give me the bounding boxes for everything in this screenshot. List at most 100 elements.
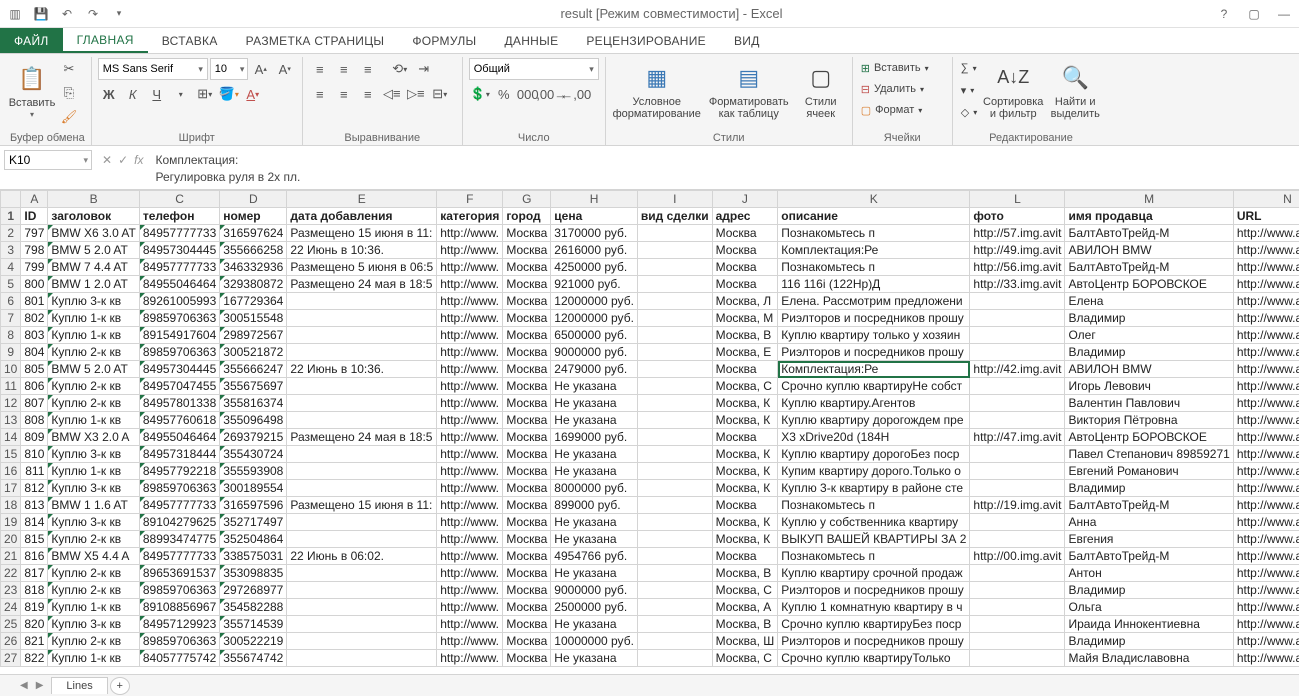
cell[interactable]: 355714539 [220, 616, 287, 633]
cell[interactable]: 338575031 [220, 548, 287, 565]
cell[interactable]: http://www.avito.ru/ [1233, 310, 1299, 327]
cell[interactable]: Риэлторов и посредников прошу [778, 310, 970, 327]
conditional-formatting-button[interactable]: ▦ Условное форматирование [612, 58, 702, 124]
cell[interactable]: Москва [503, 361, 551, 378]
cell[interactable]: Москва, К [712, 412, 778, 429]
cell[interactable]: Москва [503, 531, 551, 548]
minimize-button[interactable]: — [1273, 3, 1295, 25]
row-header[interactable]: 20 [1, 531, 21, 548]
cell[interactable]: Куплю квартиру дорогоБез поср [778, 446, 970, 463]
row-header[interactable]: 23 [1, 582, 21, 599]
cell[interactable]: 814 [21, 514, 48, 531]
cell[interactable] [287, 633, 437, 650]
cell[interactable]: http://www. [437, 276, 503, 293]
cell[interactable]: 84957792218 [139, 463, 219, 480]
cell[interactable] [637, 650, 712, 667]
cell[interactable]: Куплю квартиру только у хозяин [778, 327, 970, 344]
cell[interactable]: 818 [21, 582, 48, 599]
cell[interactable]: 298972567 [220, 327, 287, 344]
cell[interactable]: 84957304445 [139, 361, 219, 378]
select-all-corner[interactable] [1, 191, 21, 208]
cell[interactable]: http://33.img.avit [970, 276, 1065, 293]
cell[interactable] [637, 514, 712, 531]
cell[interactable]: http://www. [437, 225, 503, 242]
cell[interactable] [637, 480, 712, 497]
cell[interactable] [637, 616, 712, 633]
cell[interactable]: http://www.avito.ru/ [1233, 531, 1299, 548]
cell[interactable]: 84957318444 [139, 446, 219, 463]
cell[interactable]: Не указана [551, 650, 638, 667]
cell[interactable] [637, 633, 712, 650]
col-header[interactable]: G [503, 191, 551, 208]
cell[interactable]: 820 [21, 616, 48, 633]
cell[interactable]: 815 [21, 531, 48, 548]
cell[interactable]: http://www. [437, 531, 503, 548]
cell[interactable] [287, 412, 437, 429]
cell[interactable]: цена [551, 208, 638, 225]
cell[interactable]: http://www. [437, 582, 503, 599]
cell[interactable]: Куплю 3-к квартиру в районе сте [778, 480, 970, 497]
cell[interactable]: http://www.avito.ru/ [1233, 344, 1299, 361]
cell[interactable]: 822 [21, 650, 48, 667]
cell[interactable]: 352504864 [220, 531, 287, 548]
cell[interactable]: Елена. Рассмотрим предложени [778, 293, 970, 310]
cell[interactable]: Куплю 2-к кв [48, 633, 139, 650]
cell[interactable]: 22 Июнь в 06:02. [287, 548, 437, 565]
cell[interactable]: дата добавления [287, 208, 437, 225]
cell[interactable]: Москва [503, 276, 551, 293]
fill-color-button[interactable]: 🪣▾ [218, 83, 240, 105]
ribbon-display-button[interactable]: ▢ [1243, 3, 1265, 25]
cell[interactable]: Москва [503, 616, 551, 633]
cell[interactable]: Куплю 2-к кв [48, 582, 139, 599]
cell[interactable]: Москва [503, 395, 551, 412]
orientation-button[interactable]: ⟲▾ [389, 58, 411, 80]
align-right-button[interactable]: ≡ [357, 83, 379, 105]
cell[interactable]: Павел Степанович 89859271 [1065, 446, 1233, 463]
cell[interactable]: Куплю 1-к кв [48, 599, 139, 616]
cell[interactable]: Риэлторов и посредников прошу [778, 582, 970, 599]
cell[interactable]: Евгений Романович [1065, 463, 1233, 480]
cell[interactable]: http://www. [437, 548, 503, 565]
row-header[interactable]: 6 [1, 293, 21, 310]
cell[interactable]: 921000 руб. [551, 276, 638, 293]
cell[interactable] [637, 378, 712, 395]
cell[interactable]: Куплю 3-к кв [48, 616, 139, 633]
cell[interactable]: Москва, С [712, 582, 778, 599]
cell[interactable]: Москва [503, 429, 551, 446]
number-format-combo[interactable]: ▾ [469, 58, 599, 80]
cell[interactable]: 813 [21, 497, 48, 514]
cell[interactable]: 798 [21, 242, 48, 259]
cell[interactable] [970, 310, 1065, 327]
cell[interactable]: Москва [712, 276, 778, 293]
cell[interactable] [637, 395, 712, 412]
cell[interactable] [637, 446, 712, 463]
cell[interactable]: Олег [1065, 327, 1233, 344]
align-bottom-button[interactable]: ≡ [357, 58, 379, 80]
cell[interactable]: 3170000 руб. [551, 225, 638, 242]
tab-insert[interactable]: ВСТАВКА [148, 28, 232, 53]
cell[interactable]: Виктория Пётровна [1065, 412, 1233, 429]
cell[interactable]: БалтАвтоТрейд-М [1065, 259, 1233, 276]
cell[interactable]: Анна [1065, 514, 1233, 531]
cell[interactable]: http://www. [437, 616, 503, 633]
cell[interactable]: Размещено 15 июня в 11: [287, 225, 437, 242]
cell[interactable]: Не указана [551, 412, 638, 429]
row-header[interactable]: 24 [1, 599, 21, 616]
cell[interactable]: 4954766 руб. [551, 548, 638, 565]
cell[interactable]: Москва, К [712, 514, 778, 531]
cell[interactable]: 812 [21, 480, 48, 497]
cell[interactable]: 355430724 [220, 446, 287, 463]
paste-button[interactable]: 📋 Вставить ▾ [10, 58, 54, 124]
cell[interactable]: Не указана [551, 446, 638, 463]
enter-formula-button[interactable]: ✓ [118, 153, 128, 167]
cell[interactable]: 797 [21, 225, 48, 242]
cell[interactable]: http://www. [437, 514, 503, 531]
cell[interactable]: 89104279625 [139, 514, 219, 531]
row-header[interactable]: 11 [1, 378, 21, 395]
accounting-format-button[interactable]: 💲▾ [469, 83, 491, 105]
save-button[interactable]: 💾 [30, 3, 52, 25]
cell[interactable] [287, 599, 437, 616]
cell[interactable]: 355593908 [220, 463, 287, 480]
cell[interactable]: 300515548 [220, 310, 287, 327]
cell[interactable]: Познакомьтесь п [778, 497, 970, 514]
